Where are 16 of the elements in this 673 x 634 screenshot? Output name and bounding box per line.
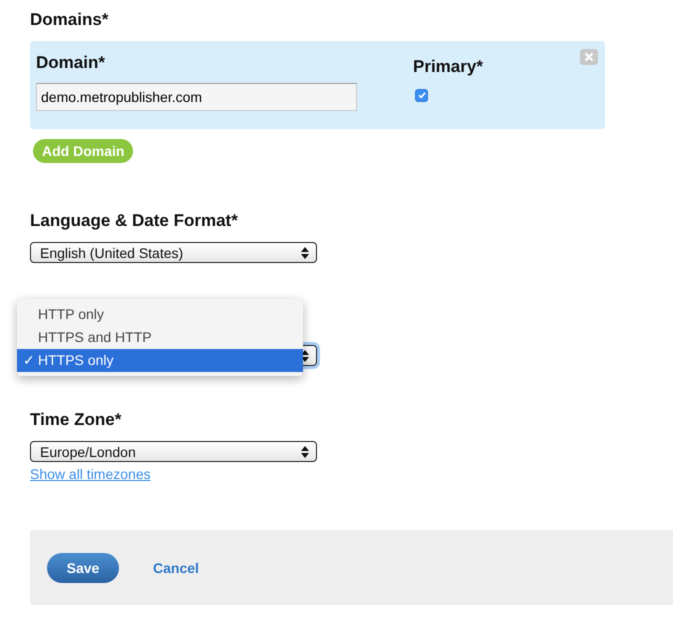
section-heading: Language & Date Format* <box>30 211 239 231</box>
save-button[interactable]: Save <box>47 552 119 582</box>
language-select[interactable]: English (United States) <box>30 242 317 263</box>
section-heading: Domains* <box>30 10 110 30</box>
dropdown-arrows-icon <box>301 246 309 258</box>
primary-checkbox[interactable] <box>415 88 428 102</box>
menu-item[interactable]: ✓ HTTPS only <box>17 349 303 372</box>
domain-field[interactable]: demo.metropublisher.com <box>36 83 357 111</box>
cancel-link[interactable]: Cancel <box>153 560 199 576</box>
timezone-select[interactable]: Europe/London <box>30 441 317 462</box>
field-label: Primary* <box>413 57 483 77</box>
section-heading: Time Zone* <box>30 410 122 430</box>
field-label: Domain* <box>36 53 106 73</box>
menu-item[interactable]: HTTPS and HTTP <box>17 326 303 349</box>
menu-item[interactable]: HTTP only <box>17 303 303 326</box>
dropdown-arrows-icon <box>301 446 309 458</box>
